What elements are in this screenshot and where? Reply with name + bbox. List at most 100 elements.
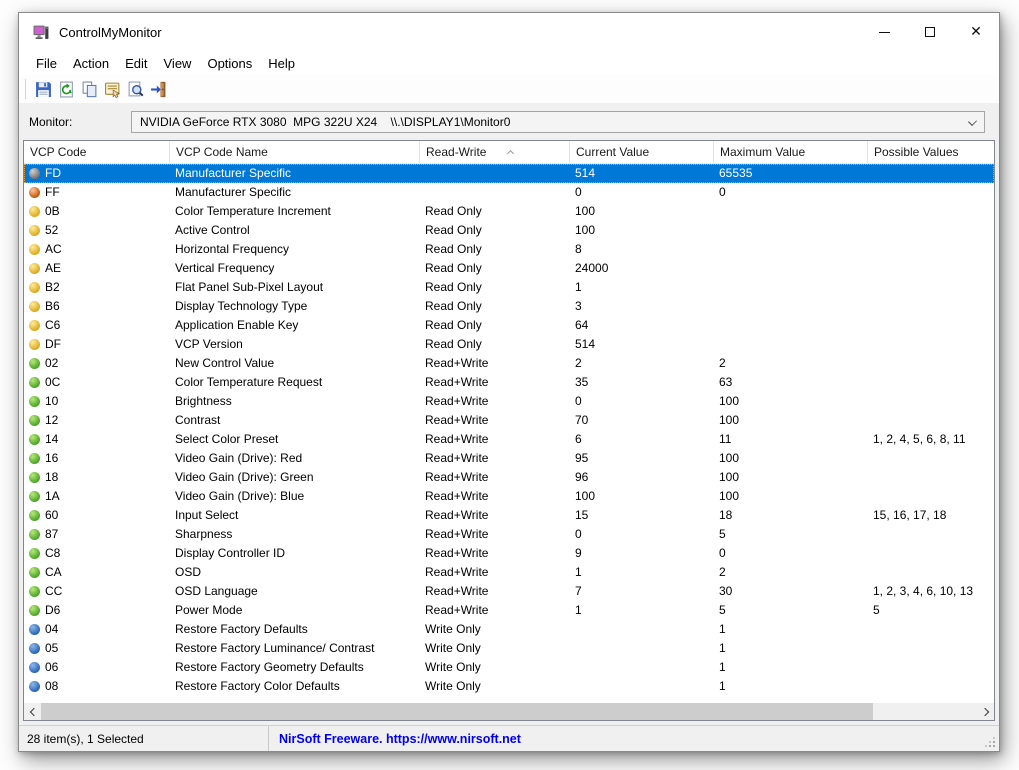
maximum-value-cell: 63 xyxy=(714,373,868,392)
title-bar[interactable]: ControlMyMonitor ✕ xyxy=(19,13,999,51)
table-row[interactable]: 06Restore Factory Geometry DefaultsWrite… xyxy=(24,658,994,677)
current-value-cell: 35 xyxy=(570,373,714,392)
read-write-cell: Read+Write xyxy=(420,392,570,411)
menu-action[interactable]: Action xyxy=(65,53,117,74)
table-row[interactable]: B6Display Technology TypeRead Only3 xyxy=(24,297,994,316)
properties-button[interactable] xyxy=(101,77,124,101)
vcp-code-name-cell: Restore Factory Geometry Defaults xyxy=(170,658,420,677)
table-row[interactable]: C6Application Enable KeyRead Only64 xyxy=(24,316,994,335)
table-row[interactable]: AEVertical FrequencyRead Only24000 xyxy=(24,259,994,278)
close-button[interactable]: ✕ xyxy=(953,13,999,51)
current-value-cell: 96 xyxy=(570,468,714,487)
table-row[interactable]: C8Display Controller IDRead+Write90 xyxy=(24,544,994,563)
menu-file[interactable]: File xyxy=(28,53,65,74)
table-row[interactable]: 18Video Gain (Drive): GreenRead+Write961… xyxy=(24,468,994,487)
table-row[interactable]: 10BrightnessRead+Write0100 xyxy=(24,392,994,411)
table-row[interactable]: 12ContrastRead+Write70100 xyxy=(24,411,994,430)
monitor-select[interactable]: NVIDIA GeForce RTX 3080 MPG 322U X24 \\.… xyxy=(131,111,985,133)
copy-button[interactable] xyxy=(78,77,101,101)
exit-button[interactable] xyxy=(147,77,170,101)
menu-edit[interactable]: Edit xyxy=(117,53,155,74)
vcp-code-name-cell: Contrast xyxy=(170,411,420,430)
table-row[interactable]: 02New Control ValueRead+Write22 xyxy=(24,354,994,373)
vcp-code-name-cell: Restore Factory Defaults xyxy=(170,620,420,639)
current-value-cell: 100 xyxy=(570,202,714,221)
possible-values-cell xyxy=(868,449,994,468)
table-row[interactable]: 0CColor Temperature RequestRead+Write356… xyxy=(24,373,994,392)
status-bar: 28 item(s), 1 Selected NirSoft Freeware.… xyxy=(19,725,999,751)
column-header-possible-values[interactable]: Possible Values xyxy=(868,141,994,163)
find-button[interactable] xyxy=(124,77,147,101)
table-row[interactable]: B2Flat Panel Sub-Pixel LayoutRead Only1 xyxy=(24,278,994,297)
table-row[interactable]: 1AVideo Gain (Drive): BlueRead+Write1001… xyxy=(24,487,994,506)
table-row[interactable]: DFVCP VersionRead Only514 xyxy=(24,335,994,354)
table-row[interactable]: 87SharpnessRead+Write05 xyxy=(24,525,994,544)
maximum-value-cell: 2 xyxy=(714,563,868,582)
current-value-cell: 0 xyxy=(570,183,714,202)
save-icon xyxy=(35,81,52,98)
scroll-left-button[interactable] xyxy=(24,703,41,720)
vcp-code-cell: FD xyxy=(24,164,170,183)
table-row[interactable]: 16Video Gain (Drive): RedRead+Write95100 xyxy=(24,449,994,468)
vcp-code-name-cell: Brightness xyxy=(170,392,420,411)
blue-dot-icon xyxy=(29,662,40,673)
menu-options[interactable]: Options xyxy=(199,53,260,74)
scrollbar-thumb[interactable] xyxy=(41,703,873,720)
table-row[interactable]: ACHorizontal FrequencyRead Only8 xyxy=(24,240,994,259)
minimize-button[interactable] xyxy=(861,13,907,51)
scroll-right-button[interactable] xyxy=(977,703,994,720)
current-value-cell: 100 xyxy=(570,487,714,506)
table-row[interactable]: 04Restore Factory DefaultsWrite Only1 xyxy=(24,620,994,639)
menu-view[interactable]: View xyxy=(156,53,200,74)
table-row[interactable]: 60Input SelectRead+Write151815, 16, 17, … xyxy=(24,506,994,525)
vcp-code-cell: CC xyxy=(24,582,170,601)
blue-dot-icon xyxy=(29,643,40,654)
table-row[interactable]: FFManufacturer Specific00 xyxy=(24,183,994,202)
yellow-dot-icon xyxy=(29,263,40,274)
read-write-cell: Read+Write xyxy=(420,601,570,620)
vcp-code-name-cell: Horizontal Frequency xyxy=(170,240,420,259)
vcp-code-name-cell: Video Gain (Drive): Red xyxy=(170,449,420,468)
nirsoft-link[interactable]: NirSoft Freeware. https://www.nirsoft.ne… xyxy=(269,732,521,746)
column-header-vcp-code[interactable]: VCP Code xyxy=(24,141,170,163)
menu-help[interactable]: Help xyxy=(260,53,303,74)
possible-values-cell xyxy=(868,544,994,563)
red-dot-icon xyxy=(29,187,40,198)
vcp-code-name-cell: Flat Panel Sub-Pixel Layout xyxy=(170,278,420,297)
horizontal-scrollbar[interactable] xyxy=(24,703,994,720)
read-write-cell xyxy=(420,183,570,202)
maximum-value-cell: 5 xyxy=(714,525,868,544)
window-title: ControlMyMonitor xyxy=(59,25,162,40)
column-header-current-value[interactable]: Current Value xyxy=(570,141,714,163)
read-write-cell: Read Only xyxy=(420,240,570,259)
yellow-dot-icon xyxy=(29,339,40,350)
vcp-code-cell: C8 xyxy=(24,544,170,563)
table-row[interactable]: D6Power ModeRead+Write155 xyxy=(24,601,994,620)
refresh-button[interactable] xyxy=(55,77,78,101)
maximize-button[interactable] xyxy=(907,13,953,51)
column-header-maximum-value[interactable]: Maximum Value xyxy=(714,141,868,163)
table-row[interactable]: 52Active ControlRead Only100 xyxy=(24,221,994,240)
table-row[interactable]: 05Restore Factory Luminance/ ContrastWri… xyxy=(24,639,994,658)
table-row[interactable]: 14Select Color PresetRead+Write6111, 2, … xyxy=(24,430,994,449)
table-row[interactable]: CAOSDRead+Write12 xyxy=(24,563,994,582)
green-dot-icon xyxy=(29,529,40,540)
vcp-code-name-cell: Vertical Frequency xyxy=(170,259,420,278)
table-row[interactable]: 08Restore Factory Color DefaultsWrite On… xyxy=(24,677,994,696)
table-row[interactable]: 0BColor Temperature IncrementRead Only10… xyxy=(24,202,994,221)
column-header-read-write[interactable]: Read-Write xyxy=(420,141,570,163)
current-value-cell xyxy=(570,658,714,677)
table-row[interactable]: FDManufacturer Specific51465535 xyxy=(24,164,994,183)
column-header-vcp-code-name[interactable]: VCP Code Name xyxy=(170,141,420,163)
table-row[interactable]: CCOSD LanguageRead+Write7301, 2, 3, 4, 6… xyxy=(24,582,994,601)
vcp-code-cell: 0B xyxy=(24,202,170,221)
current-value-cell: 514 xyxy=(570,335,714,354)
possible-values-cell xyxy=(868,164,994,183)
current-value-cell: 24000 xyxy=(570,259,714,278)
maximum-value-cell xyxy=(714,297,868,316)
properties-icon xyxy=(104,81,121,98)
save-button[interactable] xyxy=(32,77,55,101)
yellow-dot-icon xyxy=(29,301,40,312)
maximize-icon xyxy=(925,27,935,37)
resize-grip-icon[interactable] xyxy=(985,737,995,747)
